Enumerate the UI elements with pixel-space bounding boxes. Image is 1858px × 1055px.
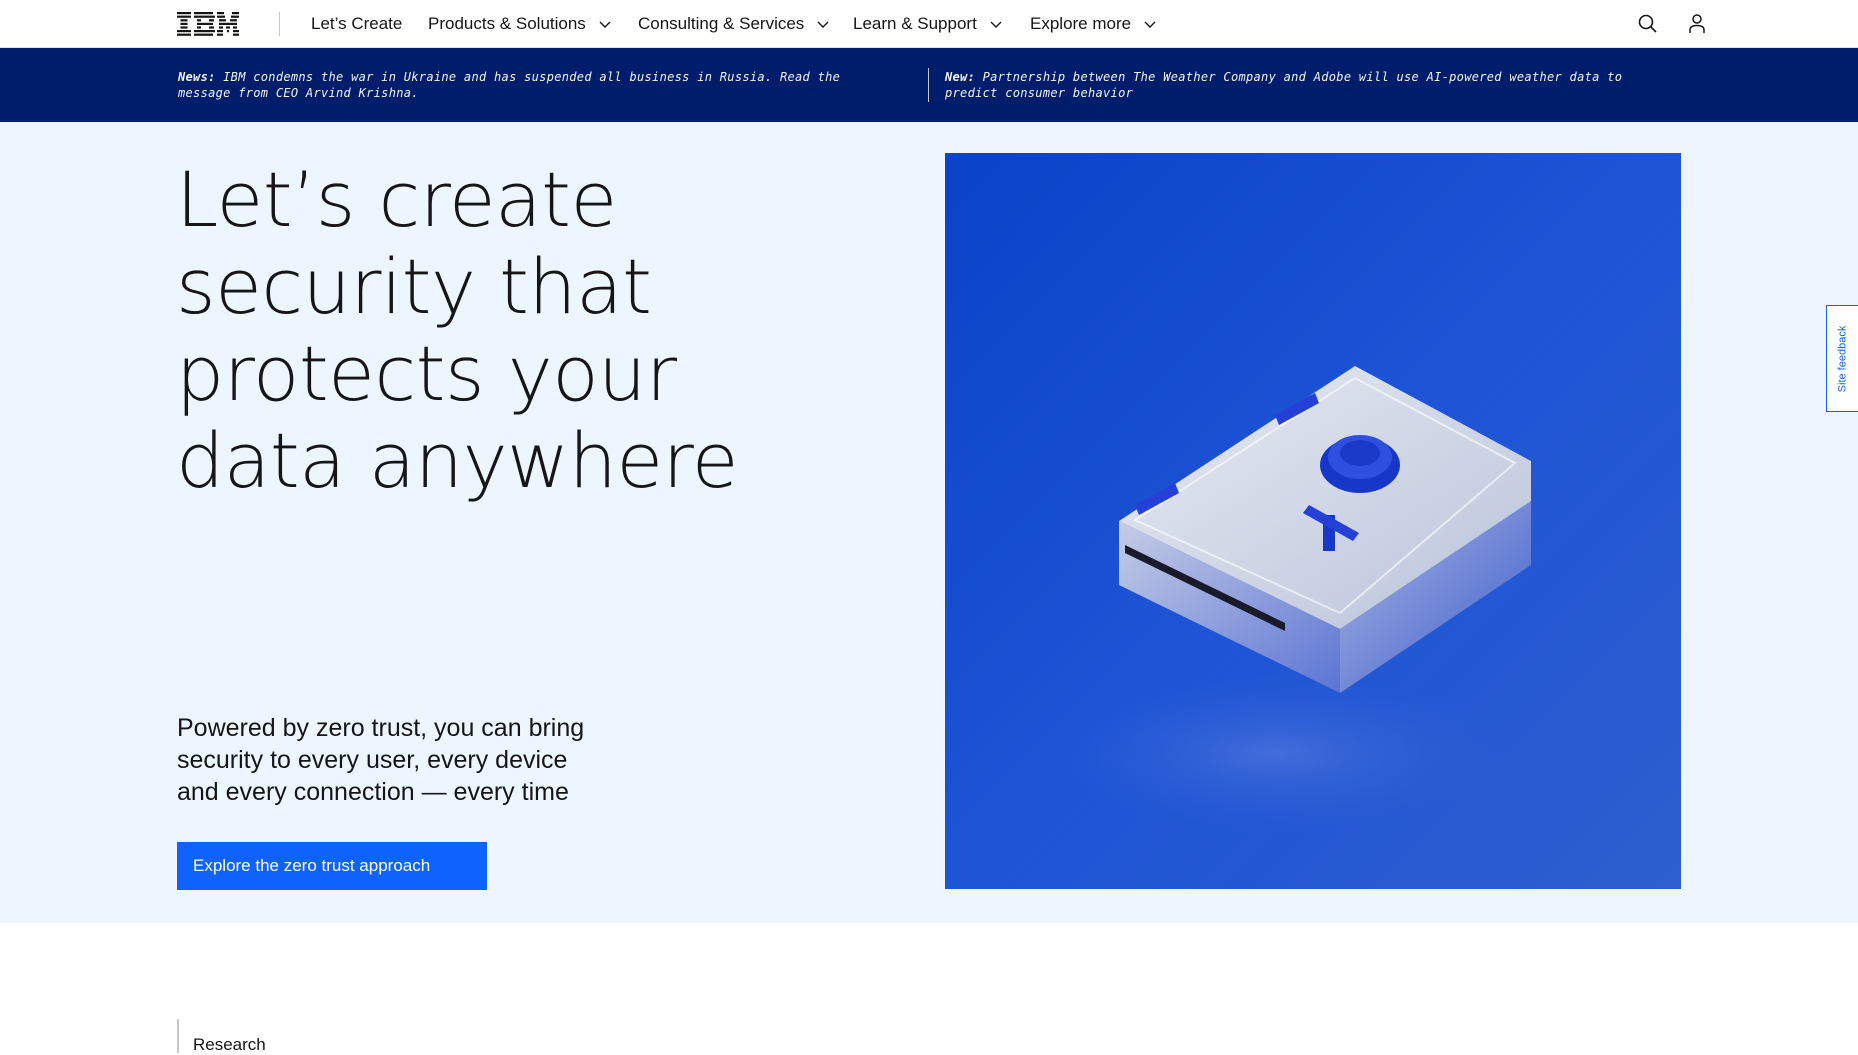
nav-item-learn-support[interactable]: Learn & Support bbox=[853, 0, 1003, 48]
news-item-weather-adobe[interactable]: New: Partnership between The Weather Com… bbox=[945, 69, 1645, 101]
news-banner: News: IBM condemns the war in Ukraine an… bbox=[0, 48, 1858, 122]
news-prefix: New: bbox=[945, 70, 976, 84]
nav-item-label: Consulting & Services bbox=[638, 14, 805, 33]
news-item-ukraine[interactable]: News: IBM condemns the war in Ukraine an… bbox=[178, 69, 868, 101]
ibm-logo[interactable] bbox=[177, 12, 239, 36]
news-text: Partnership between The Weather Company … bbox=[945, 70, 1623, 100]
chevron-down-icon bbox=[1144, 21, 1156, 28]
cta-label: Explore the zero trust approach bbox=[193, 856, 431, 875]
nav-divider bbox=[279, 12, 280, 36]
explore-zero-trust-button[interactable]: Explore the zero trust approach bbox=[177, 842, 487, 890]
nav-item-label: Let’s Create bbox=[311, 14, 403, 33]
nav-item-label: Explore more bbox=[1030, 14, 1132, 33]
hero-title-line: protects your bbox=[176, 329, 677, 418]
hero-title-line: Let’s create bbox=[176, 155, 617, 244]
hero-image-safe bbox=[945, 153, 1681, 889]
chevron-down-icon bbox=[990, 21, 1002, 28]
user-icon[interactable] bbox=[1685, 12, 1709, 36]
nav-item-explore-more[interactable]: Explore more bbox=[1030, 0, 1157, 48]
top-navigation: Let’s Create Products & Solutions Consul… bbox=[0, 0, 1858, 48]
hero-subtitle-line: and every connection — every time bbox=[177, 778, 569, 806]
hero-title-line: security that bbox=[176, 242, 652, 331]
nav-item-consulting-services[interactable]: Consulting & Services bbox=[638, 0, 830, 48]
search-icon[interactable] bbox=[1636, 12, 1660, 36]
news-prefix: News: bbox=[178, 70, 216, 84]
nav-item-label: Products & Solutions bbox=[428, 14, 586, 33]
hero-subtitle-line: Powered by zero trust, you can bring bbox=[177, 714, 585, 742]
site-feedback-tab[interactable]: Site feedback bbox=[1826, 305, 1858, 412]
nav-item-products-solutions[interactable]: Products & Solutions bbox=[428, 0, 612, 48]
news-text: IBM condemns the war in Ukraine and has … bbox=[178, 70, 841, 100]
news-divider bbox=[928, 68, 929, 102]
hero-title-line: data anywhere bbox=[176, 416, 738, 505]
hero-subtitle-line: security to every user, every device bbox=[177, 746, 568, 774]
chevron-down-icon bbox=[817, 21, 829, 28]
chevron-down-icon bbox=[599, 21, 611, 28]
nav-item-label: Learn & Support bbox=[853, 14, 977, 33]
nav-item-lets-create[interactable]: Let’s Create bbox=[311, 0, 402, 48]
site-feedback-label: Site feedback bbox=[1836, 325, 1849, 392]
research-section-label: Research bbox=[177, 1019, 266, 1054]
hero-subtitle: Powered by zero trust, you can bring sec… bbox=[177, 712, 597, 808]
research-label: Research bbox=[193, 1035, 266, 1054]
hero-title: Let’s create security that protects your… bbox=[176, 156, 876, 504]
